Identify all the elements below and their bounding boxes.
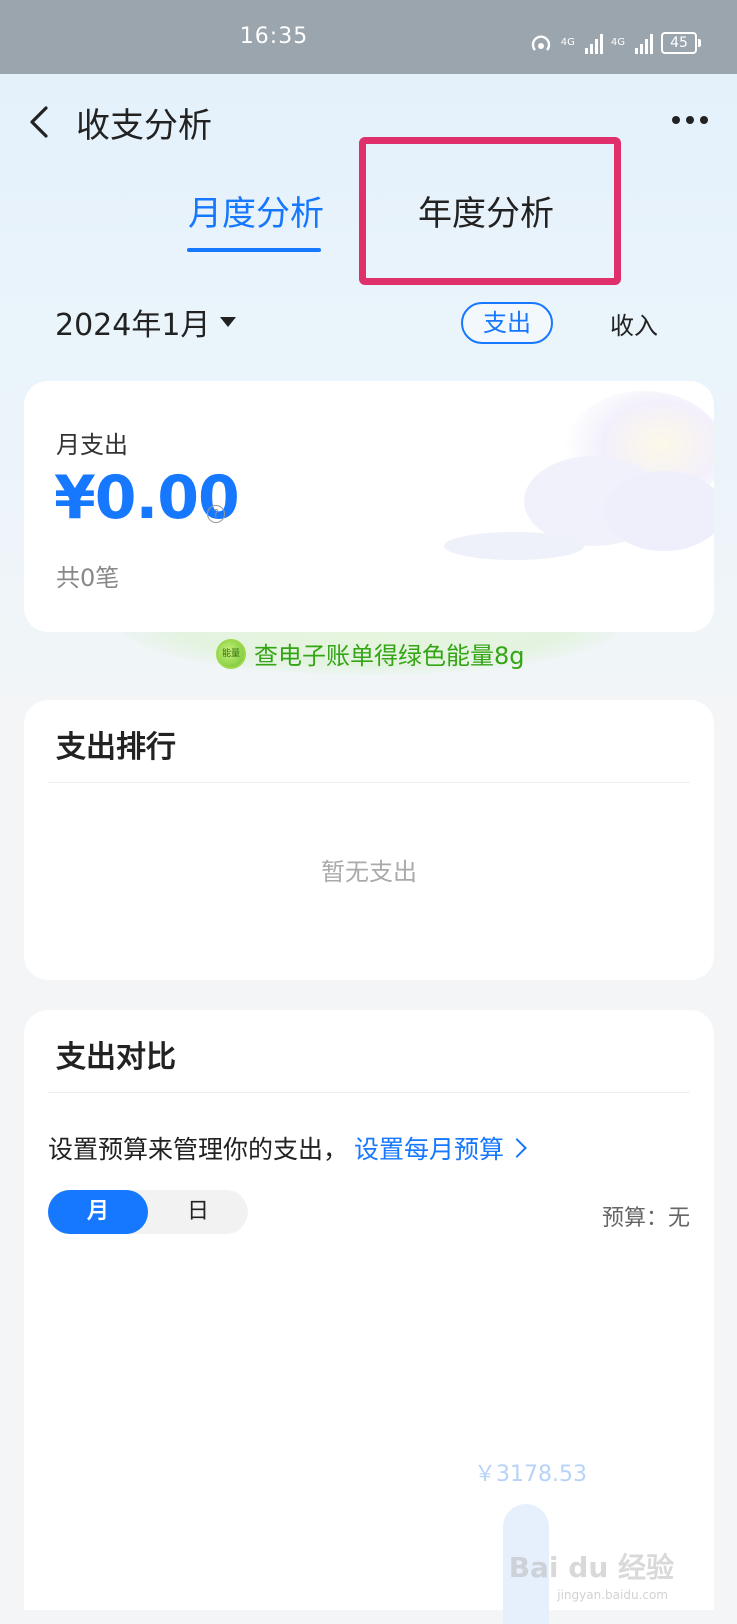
- cloud-illustration: [444, 391, 714, 560]
- transaction-count: 共0笔: [56, 564, 120, 592]
- divider: [48, 1092, 690, 1093]
- income-filter-button[interactable]: 收入: [610, 306, 658, 341]
- status-bar: 16:35 4G 4G 45: [0, 0, 737, 74]
- more-options-icon[interactable]: [672, 116, 708, 124]
- signal-icon-2: [635, 32, 653, 54]
- back-arrow-icon[interactable]: [22, 102, 62, 142]
- month-label: 2024年1月: [55, 308, 211, 343]
- hotspot-icon: [531, 35, 550, 51]
- highlight-annotation-box: [359, 137, 621, 285]
- page-title: 收支分析: [76, 106, 212, 146]
- tab-monthly-analysis[interactable]: 月度分析: [188, 186, 324, 235]
- expense-comparison-card: 支出对比 设置预算来管理你的支出， 设置每月预算 月 日 预算：无 ￥3178.…: [24, 1010, 714, 1624]
- monthly-summary-card: 月支出 ¥0.00 ? 共0笔: [24, 381, 714, 632]
- status-time: 16:35: [239, 24, 309, 49]
- comparison-title: 支出对比: [56, 1040, 176, 1075]
- expense-filter-button[interactable]: 支出: [461, 302, 553, 344]
- battery-icon: 45: [661, 32, 701, 54]
- monthly-expense-amount: ¥0.00: [54, 463, 240, 533]
- caret-down-icon: [220, 317, 237, 327]
- active-tab-indicator: [187, 248, 321, 252]
- budget-prompt-row: 设置预算来管理你的支出， 设置每月预算: [48, 1130, 527, 1166]
- empty-state-text: 暂无支出: [321, 858, 417, 886]
- set-monthly-budget-link[interactable]: 设置每月预算: [354, 1130, 504, 1166]
- budget-prompt-text: 设置预算来管理你的支出，: [48, 1135, 349, 1164]
- segment-day[interactable]: 日: [148, 1190, 248, 1234]
- expense-ranking-card: 支出排行 暂无支出: [24, 700, 714, 980]
- watermark: Bai du 经验: [508, 1551, 674, 1584]
- green-energy-link[interactable]: 能量 查电子账单得绿色能量8g: [216, 636, 525, 671]
- chevron-right-icon: [507, 1138, 527, 1158]
- monthly-expense-label: 月支出: [56, 431, 128, 459]
- bar-value-label: ￥3178.53: [474, 1462, 587, 1487]
- divider: [48, 782, 690, 783]
- green-energy-text: 查电子账单得绿色能量8g: [254, 642, 525, 670]
- period-segmented-control: 月 日: [48, 1190, 248, 1234]
- network-label-2: 4G: [610, 37, 625, 48]
- month-selector[interactable]: 2024年1月: [55, 300, 237, 344]
- status-icons: 4G 4G 45: [529, 32, 701, 54]
- segment-month[interactable]: 月: [48, 1190, 148, 1234]
- network-label-1: 4G: [560, 37, 575, 48]
- signal-icon: [584, 32, 603, 54]
- ranking-title: 支出排行: [56, 730, 176, 765]
- help-icon[interactable]: ?: [207, 505, 225, 523]
- budget-value: 预算：无: [601, 1206, 690, 1231]
- energy-badge-icon: 能量: [216, 638, 246, 669]
